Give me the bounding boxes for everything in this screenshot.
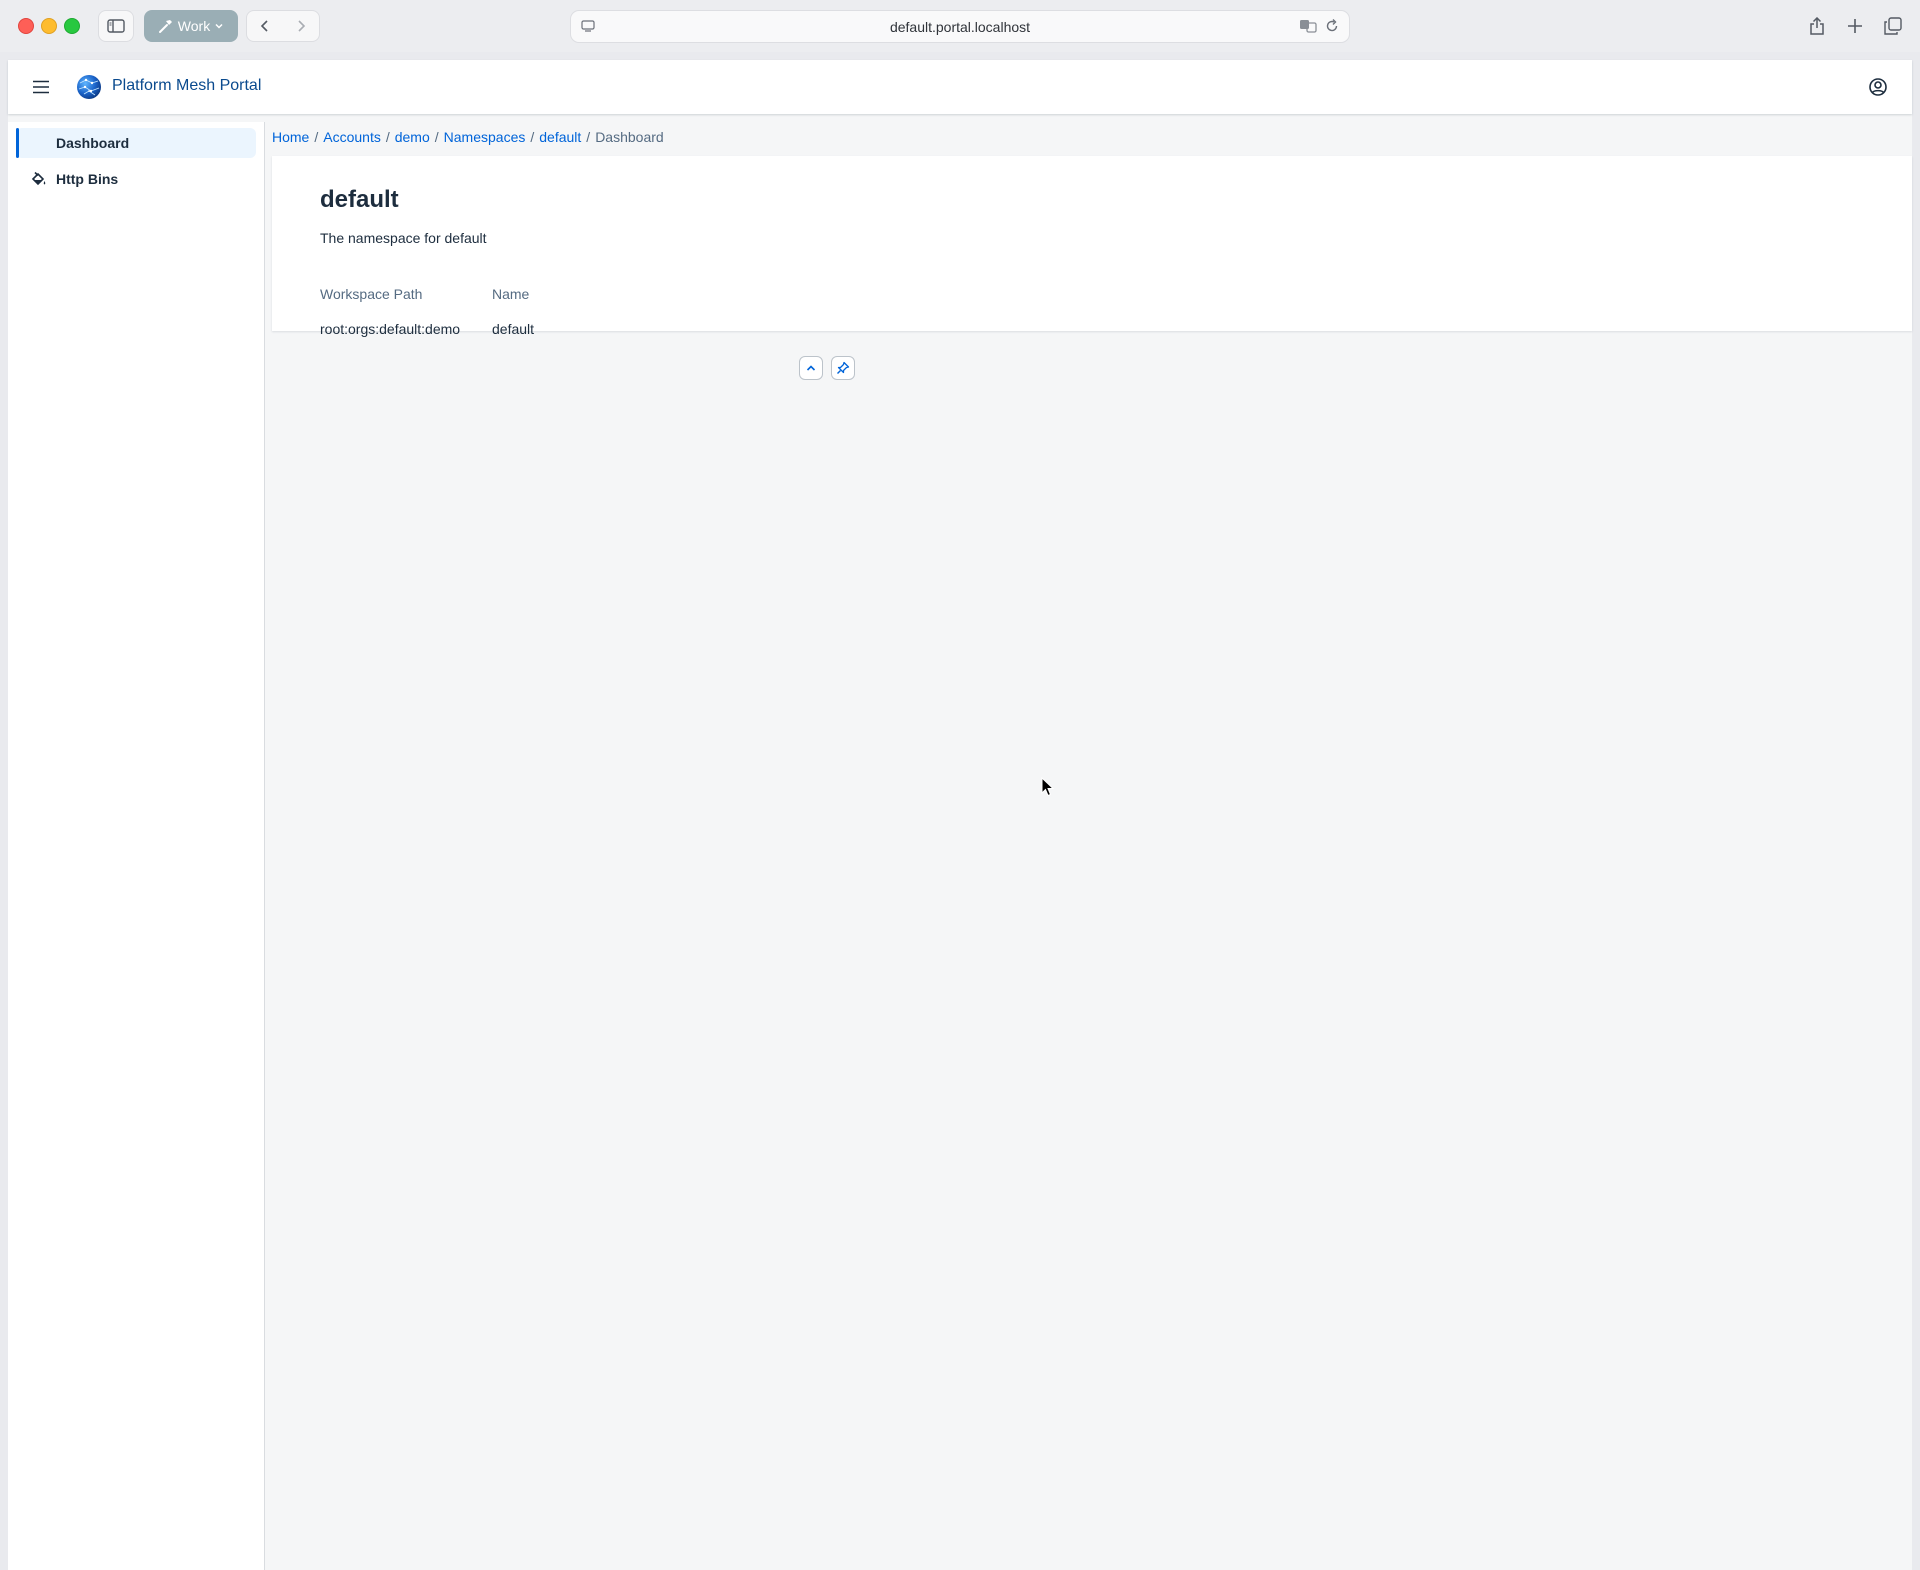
main-content: Home / Accounts / demo / Namespaces / de… [272,122,1912,1570]
chevron-left-icon [260,20,268,32]
breadcrumb-separator: / [434,129,439,145]
paint-bucket-icon [31,171,46,186]
chevron-right-icon [298,20,306,32]
address-bar[interactable]: default.portal.localhost [570,10,1350,43]
url-text: default.portal.localhost [889,18,1031,35]
chevron-up-icon [806,365,816,371]
sidebar-icon [107,19,125,33]
page-title: default [320,186,399,213]
minimize-window-button[interactable] [41,18,57,34]
zoom-window-button[interactable] [64,18,80,34]
profile-label: Work [177,18,211,34]
breadcrumb-link-default[interactable]: default [539,129,581,145]
browser-titlebar: Work default.portal.localhost [0,0,1920,52]
page-settings-icon[interactable] [581,19,595,36]
close-window-button[interactable] [18,18,34,34]
sidebar-item-label: Http Bins [56,171,119,187]
menu-toggle-button[interactable] [28,74,54,100]
share-button[interactable] [1800,10,1834,42]
history-navigation [246,10,320,42]
side-navigation: Dashboard Http Bins [8,122,265,1570]
browser-toolbar-right [1800,10,1910,42]
workspace-path-label: Workspace Path [320,286,423,302]
translate-icon[interactable] [1299,18,1317,37]
profile-switcher-button[interactable]: Work [144,10,238,42]
tabs-overview-icon [1884,17,1902,35]
new-tab-button[interactable] [1838,10,1872,42]
collapse-header-button[interactable] [799,356,823,380]
header-actions [799,356,855,380]
sidebar-toggle-button[interactable] [98,10,134,42]
name-label: Name [492,286,530,302]
shellbar: Platform Mesh Portal [8,60,1912,114]
breadcrumb-link-demo[interactable]: demo [395,129,430,145]
user-profile-icon[interactable] [1866,75,1890,99]
pin-header-button[interactable] [831,356,855,380]
page-subtitle: The namespace for default [320,230,487,246]
breadcrumb-separator: / [314,129,319,145]
plus-icon [1848,19,1862,33]
reload-icon[interactable] [1325,18,1339,37]
dynamic-page-header: default The namespace for default Worksp… [272,156,1912,337]
breadcrumb-link-accounts[interactable]: Accounts [323,129,381,145]
mouse-cursor-icon [1041,777,1055,797]
name-value: default [492,321,535,337]
tab-overview-button[interactable] [1876,10,1910,42]
workspace-path-value: root:orgs:default:demo [320,321,461,337]
back-button[interactable] [249,11,281,41]
breadcrumb-separator: / [530,129,535,145]
portal-app: Platform Mesh Portal Dashboard Http Bins… [8,60,1912,1570]
sidebar-item-http-bins[interactable]: Http Bins [16,164,256,194]
breadcrumb-separator: / [586,129,591,145]
breadcrumb: Home / Accounts / demo / Namespaces / de… [272,129,664,145]
pin-icon [837,361,850,374]
breadcrumb-current: Dashboard [595,129,664,145]
sidebar-item-label: Dashboard [56,135,130,151]
chevron-down-icon [215,23,223,29]
app-title[interactable]: Platform Mesh Portal [112,77,261,95]
share-icon [1810,17,1824,35]
globe-logo-icon[interactable] [76,74,102,100]
breadcrumb-link-home[interactable]: Home [272,129,309,145]
breadcrumb-link-namespaces[interactable]: Namespaces [444,129,526,145]
forward-button[interactable] [285,11,317,41]
breadcrumb-separator: / [385,129,390,145]
hamburger-icon [33,80,49,94]
sidebar-item-dashboard[interactable]: Dashboard [16,128,256,158]
hammer-icon [158,20,172,33]
